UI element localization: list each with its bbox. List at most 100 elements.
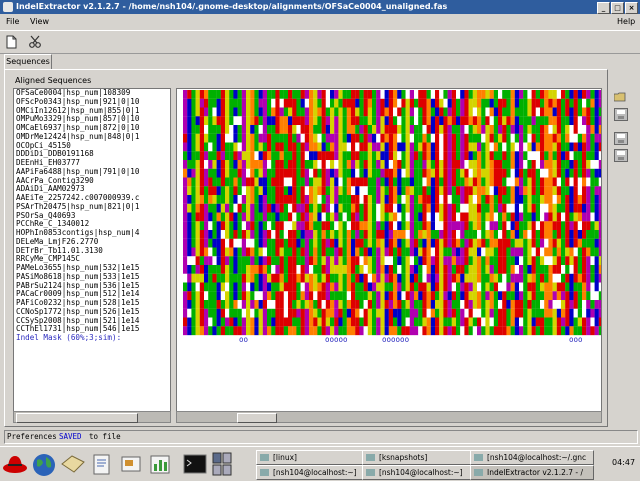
residue-cell bbox=[250, 265, 255, 274]
menu-view[interactable]: View bbox=[30, 17, 49, 26]
residue-cell bbox=[519, 142, 524, 152]
residue-cell bbox=[237, 133, 242, 143]
alignment-scroll-thumb[interactable] bbox=[237, 413, 277, 423]
residue-cell bbox=[447, 282, 452, 292]
residue-cell bbox=[409, 116, 415, 126]
residue-cell bbox=[355, 160, 360, 169]
residue-cell bbox=[569, 300, 574, 309]
residue-cell bbox=[304, 300, 310, 309]
task-ksnapshots[interactable]: [ksnapshots] bbox=[362, 450, 484, 465]
export-icon[interactable] bbox=[614, 149, 628, 162]
residue-cell bbox=[510, 168, 515, 178]
residue-cell bbox=[300, 133, 305, 143]
alignment-canvas[interactable]: oo ooooo oooooo ooo bbox=[177, 89, 601, 411]
residue-cell bbox=[468, 195, 473, 204]
workspace-pager-icon[interactable] bbox=[212, 450, 232, 478]
residue-cell bbox=[296, 265, 301, 274]
residue-cell bbox=[582, 168, 587, 178]
residue-cell bbox=[351, 273, 356, 283]
redhat-menu-icon[interactable] bbox=[2, 450, 28, 478]
new-document-icon[interactable] bbox=[4, 35, 18, 49]
residue-cell bbox=[187, 98, 192, 108]
residue-cell bbox=[346, 221, 352, 231]
alignment-view[interactable]: oo ooooo oooooo ooo bbox=[176, 88, 602, 412]
open-folder-icon[interactable] bbox=[614, 91, 626, 102]
residue-cell bbox=[271, 168, 276, 178]
office-writer-icon[interactable] bbox=[89, 450, 115, 478]
residue-cell bbox=[527, 247, 532, 257]
title-bar[interactable]: IndelExtractor v2.1.2.7 - /home/nsh104/.… bbox=[0, 0, 640, 14]
residue-cell bbox=[208, 177, 213, 187]
scissors-icon[interactable] bbox=[28, 35, 42, 49]
names-scroll-thumb[interactable] bbox=[16, 413, 138, 423]
task-terminal-gnc[interactable]: [nsh104@localhost:~/.gnc bbox=[470, 450, 594, 465]
maximize-button[interactable]: □ bbox=[611, 2, 624, 14]
residue-cell bbox=[430, 177, 436, 187]
residue-cell bbox=[569, 265, 574, 274]
names-horizontal-scrollbar[interactable] bbox=[13, 411, 171, 423]
residue-cell bbox=[414, 308, 419, 318]
close-button[interactable]: × bbox=[625, 2, 638, 14]
terminal-icon[interactable] bbox=[182, 450, 208, 478]
residue-cell bbox=[241, 98, 247, 108]
residue-cell bbox=[187, 326, 192, 336]
residue-cell bbox=[187, 195, 192, 204]
residue-cell bbox=[300, 125, 305, 134]
app-icon[interactable] bbox=[3, 2, 13, 12]
residue-cell bbox=[590, 107, 595, 117]
residue-cell bbox=[405, 160, 410, 169]
residue-cell bbox=[418, 160, 423, 169]
office-impress-icon[interactable] bbox=[118, 450, 144, 478]
minimize-button[interactable]: _ bbox=[597, 2, 610, 14]
residue-cell bbox=[502, 300, 507, 309]
save-as-icon[interactable] bbox=[614, 132, 628, 145]
task-linux[interactable]: [linux] bbox=[256, 450, 374, 465]
residue-cell bbox=[208, 107, 213, 117]
residue-cell bbox=[464, 90, 469, 99]
sequence-name-list[interactable]: OFSaCe0004|hsp_num|108309 OFScPo0343|hsp_… bbox=[13, 88, 171, 412]
residue-cell bbox=[204, 247, 209, 257]
residue-cell bbox=[468, 317, 473, 327]
residue-cell bbox=[481, 195, 486, 204]
residue-cell bbox=[464, 256, 469, 266]
residue-cell bbox=[556, 230, 562, 239]
residue-cell bbox=[418, 221, 423, 231]
residue-cell bbox=[233, 308, 238, 318]
residue-cell bbox=[283, 212, 289, 222]
office-calc-icon[interactable] bbox=[147, 450, 173, 478]
tab-sequences[interactable]: Sequences bbox=[4, 54, 52, 69]
residue-cell bbox=[464, 273, 469, 283]
task-terminal-1[interactable]: [nsh104@localhost:~] bbox=[256, 465, 374, 480]
residue-cell bbox=[510, 195, 515, 204]
web-browser-icon[interactable] bbox=[31, 450, 57, 478]
residue-cell bbox=[447, 300, 452, 309]
residue-cell bbox=[355, 125, 360, 134]
task-terminal-2[interactable]: [nsh104@localhost:~] bbox=[362, 465, 484, 480]
alignment-horizontal-scrollbar[interactable] bbox=[176, 411, 602, 423]
save-icon[interactable] bbox=[614, 108, 628, 121]
residue-cell bbox=[380, 168, 385, 178]
residue-cell bbox=[523, 221, 528, 231]
residue-cell bbox=[485, 230, 490, 239]
residue-cell bbox=[409, 247, 415, 257]
residue-cell bbox=[498, 326, 503, 336]
residue-cell bbox=[409, 133, 415, 143]
residue-cell bbox=[401, 107, 406, 117]
residue-cell bbox=[292, 168, 297, 178]
menu-file[interactable]: File bbox=[6, 17, 19, 26]
email-icon[interactable] bbox=[60, 450, 86, 478]
residue-cell bbox=[485, 125, 490, 134]
residue-cell bbox=[561, 142, 566, 152]
residue-cell bbox=[275, 90, 280, 99]
residue-cell bbox=[288, 98, 293, 108]
residue-cell bbox=[426, 177, 431, 187]
residue-cell bbox=[384, 116, 389, 126]
residue-cell bbox=[279, 142, 284, 152]
residue-cell bbox=[506, 317, 511, 327]
residue-cell bbox=[556, 133, 562, 143]
residue-cell bbox=[481, 203, 486, 213]
residue-cell bbox=[283, 317, 289, 327]
menu-help[interactable]: Help bbox=[617, 17, 635, 26]
task-indelextractor[interactable]: IndelExtractor v2.1.2.7 - / bbox=[470, 465, 594, 480]
residue-cell bbox=[502, 221, 507, 231]
